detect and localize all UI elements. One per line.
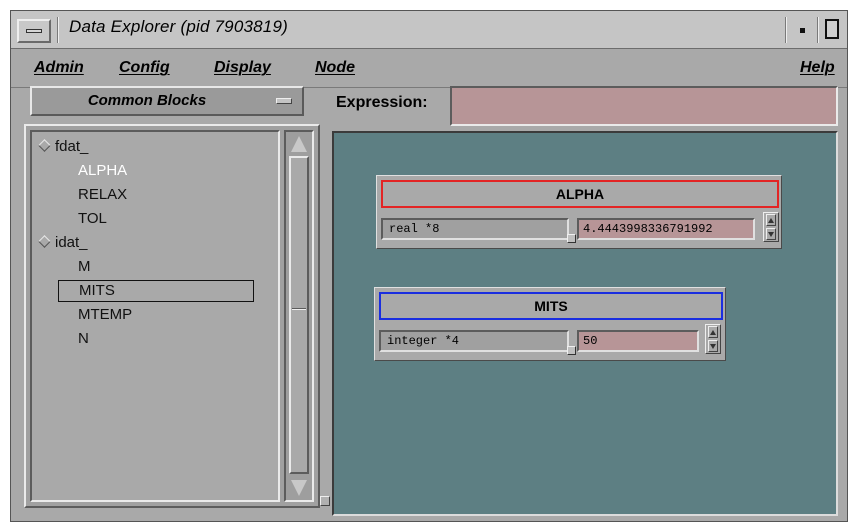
- expression-input[interactable]: [450, 86, 838, 126]
- tree-scrollbar[interactable]: [284, 130, 314, 502]
- minimize-icon[interactable]: [791, 19, 815, 43]
- expression-label: Expression:: [336, 94, 428, 111]
- variable-type: real *8: [381, 218, 569, 240]
- sash-handle-icon[interactable]: [567, 346, 576, 355]
- tree-item-alpha[interactable]: ALPHA: [78, 162, 127, 179]
- spin-down-icon[interactable]: [766, 228, 776, 240]
- scroll-down-arrow-icon[interactable]: [291, 480, 307, 496]
- tree-item-tol[interactable]: TOL: [78, 210, 107, 227]
- expand-diamond-icon[interactable]: [38, 235, 51, 248]
- menu-node[interactable]: Node: [315, 59, 355, 77]
- variable-value[interactable]: 50: [577, 330, 699, 352]
- tree-item-m[interactable]: M: [78, 258, 91, 275]
- spin-down-icon[interactable]: [708, 340, 718, 352]
- variable-name[interactable]: MITS: [379, 292, 723, 320]
- common-blocks-tree[interactable]: fdat_ ALPHA RELAX TOL idat_ M MITS MTEMP…: [30, 130, 280, 502]
- expand-diamond-icon[interactable]: [38, 139, 51, 152]
- title-bar[interactable]: Data Explorer (pid 7903819): [11, 11, 847, 49]
- tree-item-n[interactable]: N: [78, 330, 89, 347]
- title-separator: [817, 17, 819, 43]
- scroll-up-arrow-icon[interactable]: [291, 136, 307, 152]
- spin-up-icon[interactable]: [708, 326, 718, 338]
- spin-up-icon[interactable]: [766, 214, 776, 226]
- variable-value[interactable]: 4.4443998336791992: [577, 218, 755, 240]
- value-spinner[interactable]: [763, 212, 779, 242]
- scrollbar-thumb[interactable]: [289, 156, 309, 474]
- tree-node-idat[interactable]: idat_: [38, 234, 88, 251]
- common-blocks-label: Common Blocks: [87, 92, 207, 109]
- tree-node-label: idat_: [55, 234, 88, 251]
- variable-canvas[interactable]: ALPHA real *8 4.4443998336791992 MITS in…: [332, 131, 838, 516]
- option-menu-icon: [276, 98, 292, 104]
- tree-item-mtemp[interactable]: MTEMP: [78, 306, 132, 323]
- sash-handle-icon[interactable]: [567, 234, 576, 243]
- value-spinner[interactable]: [705, 324, 721, 354]
- tree-node-label: fdat_: [55, 138, 89, 155]
- title-separator: [785, 17, 787, 43]
- maximize-icon[interactable]: [821, 17, 843, 43]
- menu-admin[interactable]: Admin: [34, 59, 84, 77]
- variable-name[interactable]: ALPHA: [381, 180, 779, 208]
- common-blocks-tree-frame: fdat_ ALPHA RELAX TOL idat_ M MITS MTEMP…: [24, 124, 320, 508]
- tree-node-fdat[interactable]: fdat_: [38, 138, 89, 155]
- variable-widget-mits[interactable]: MITS integer *4 50: [374, 287, 726, 361]
- menu-display[interactable]: Display: [214, 59, 271, 77]
- title-separator: [57, 17, 59, 43]
- menu-bar: Admin Config Display Node Help: [11, 50, 847, 88]
- window-title: Data Explorer (pid 7903819): [69, 17, 288, 36]
- pane-resize-handle[interactable]: [320, 496, 330, 506]
- menu-config[interactable]: Config: [119, 59, 170, 77]
- variable-widget-alpha[interactable]: ALPHA real *8 4.4443998336791992: [376, 175, 782, 249]
- tree-item-relax[interactable]: RELAX: [78, 186, 127, 203]
- tree-item-mits[interactable]: MITS: [58, 280, 254, 302]
- window-menu-icon[interactable]: [17, 19, 51, 43]
- common-blocks-selector[interactable]: Common Blocks: [30, 86, 304, 116]
- variable-type: integer *4: [379, 330, 569, 352]
- menu-help[interactable]: Help: [800, 59, 835, 77]
